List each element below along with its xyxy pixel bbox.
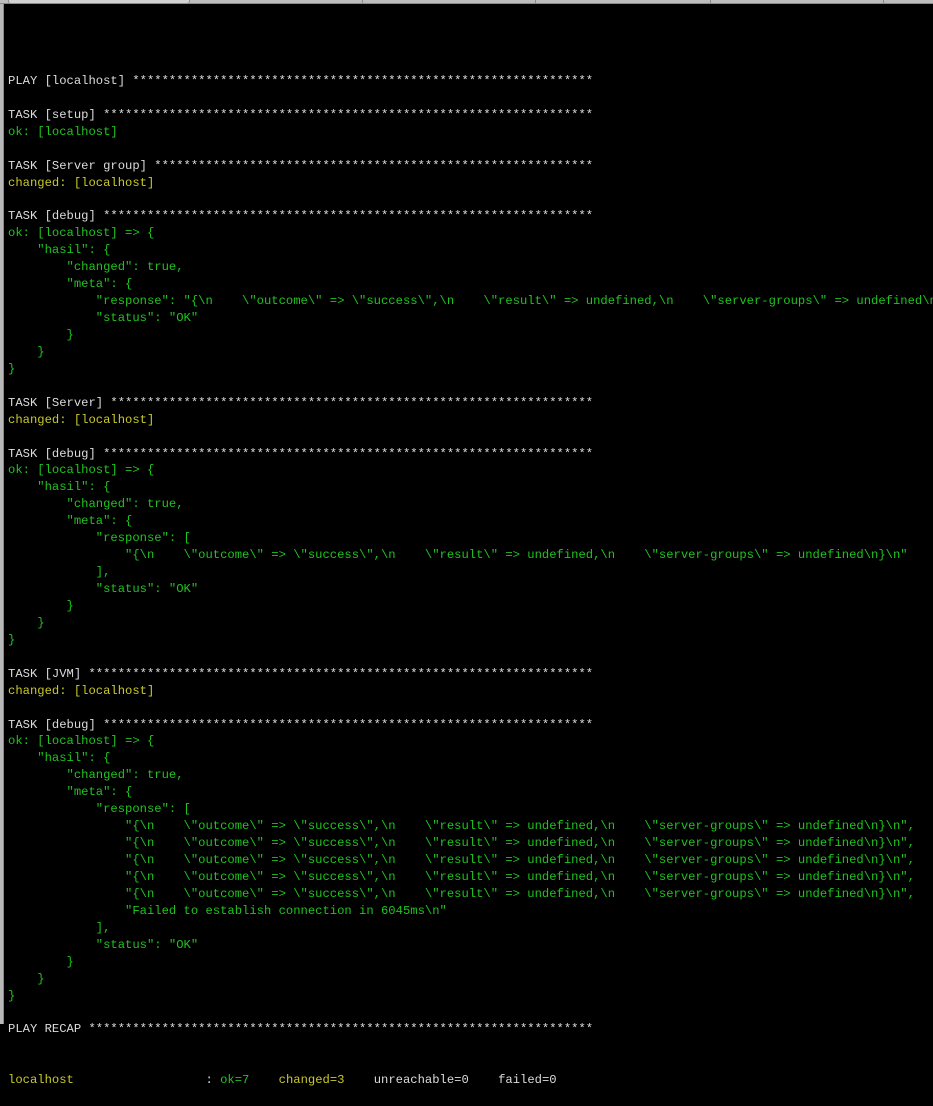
recap-unreachable: unreachable=0	[373, 1073, 469, 1088]
recap-failed: failed=0	[498, 1073, 557, 1088]
task-header-line: TASK [setup] ***************************…	[8, 107, 594, 122]
task-header-line: TASK [debug] ***************************…	[8, 446, 594, 461]
task-header-line: TASK [Server] **************************…	[8, 395, 594, 410]
ok-output-line: ],	[8, 565, 111, 580]
ok-output-line: "changed": true,	[8, 260, 184, 275]
ok-output-line: }	[8, 344, 45, 359]
task-header-line: TASK [JVM] *****************************…	[8, 666, 594, 681]
task-header-line: TASK [Server group] ********************…	[8, 158, 594, 173]
ok-output-line: ok: [localhost] => {	[8, 463, 155, 478]
ok-output-line: ],	[8, 920, 111, 935]
changed-status-line: changed: [localhost]	[8, 683, 155, 698]
recap-separator: :	[198, 1073, 221, 1088]
ok-output-line: "meta": {	[8, 514, 133, 529]
ok-output-line: "response": [	[8, 802, 191, 817]
ok-output-line: "{\n \"outcome\" => \"success\",\n \"res…	[8, 819, 915, 834]
terminal-output[interactable]: PLAY [localhost] ***********************…	[8, 39, 933, 1106]
tab[interactable]	[710, 0, 883, 4]
ok-output-line: }	[8, 327, 74, 342]
ok-output-line: }	[8, 598, 74, 613]
tab[interactable]	[535, 0, 710, 4]
tab-bar	[0, 0, 933, 4]
ok-output-line: "Failed to establish connection in 6045m…	[8, 903, 447, 918]
tab-active[interactable]	[8, 0, 190, 4]
task-header-line: TASK [debug] ***************************…	[8, 717, 594, 732]
ok-output-line: "status": "OK"	[8, 937, 199, 952]
ok-output-line: "status": "OK"	[8, 311, 199, 326]
recap-ok: ok=7	[220, 1073, 250, 1088]
ok-output-line: "{\n \"outcome\" => \"success\",\n \"res…	[8, 836, 915, 851]
recap-host: localhost	[8, 1073, 199, 1088]
ok-output-line: "hasil": {	[8, 751, 111, 766]
ok-output-line: "status": "OK"	[8, 582, 199, 597]
ok-output-line: "response": [	[8, 531, 191, 546]
recap-gap	[469, 1073, 498, 1087]
task-header-line: TASK [debug] ***************************…	[8, 209, 594, 224]
recap-changed: changed=3	[278, 1073, 345, 1088]
task-header-line: PLAY [localhost] ***********************…	[8, 73, 594, 88]
tab[interactable]	[362, 0, 535, 4]
ok-output-line: "hasil": {	[8, 480, 111, 495]
ok-output-line: }	[8, 988, 16, 1003]
ok-output-line: "{\n \"outcome\" => \"success\",\n \"res…	[8, 869, 915, 884]
ok-output-line: "meta": {	[8, 277, 133, 292]
ok-output-line: ok: [localhost] => {	[8, 226, 155, 241]
ok-output-line: }	[8, 954, 74, 969]
changed-status-line: changed: [localhost]	[8, 175, 155, 190]
ok-output-line: }	[8, 615, 45, 630]
tab[interactable]	[883, 0, 933, 4]
ok-output-line: "hasil": {	[8, 243, 111, 258]
changed-status-line: changed: [localhost]	[8, 412, 155, 427]
recap-gap	[344, 1073, 373, 1087]
ok-output-line: ok: [localhost]	[8, 124, 118, 139]
ok-output-line: ok: [localhost] => {	[8, 734, 155, 749]
ok-output-line: }	[8, 971, 45, 986]
ok-output-line: }	[8, 361, 16, 376]
recap-gap	[249, 1073, 278, 1087]
ok-output-line: "meta": {	[8, 785, 133, 800]
ok-output-line: "{\n \"outcome\" => \"success\",\n \"res…	[8, 886, 915, 901]
window-left-border	[0, 4, 4, 1024]
ok-output-line: "{\n \"outcome\" => \"success\",\n \"res…	[8, 853, 915, 868]
ok-output-line: "changed": true,	[8, 768, 184, 783]
terminal-lines: PLAY [localhost] ***********************…	[8, 73, 933, 1038]
recap-row: localhost : ok=7 changed=3 unreachable=0…	[8, 1072, 933, 1089]
ok-output-line: "{\n \"outcome\" => \"success\",\n \"res…	[8, 548, 908, 563]
ok-output-line: "response": "{\n \"outcome\" => \"succes…	[8, 294, 933, 309]
ok-output-line: "changed": true,	[8, 497, 184, 512]
ok-output-line: }	[8, 632, 16, 647]
